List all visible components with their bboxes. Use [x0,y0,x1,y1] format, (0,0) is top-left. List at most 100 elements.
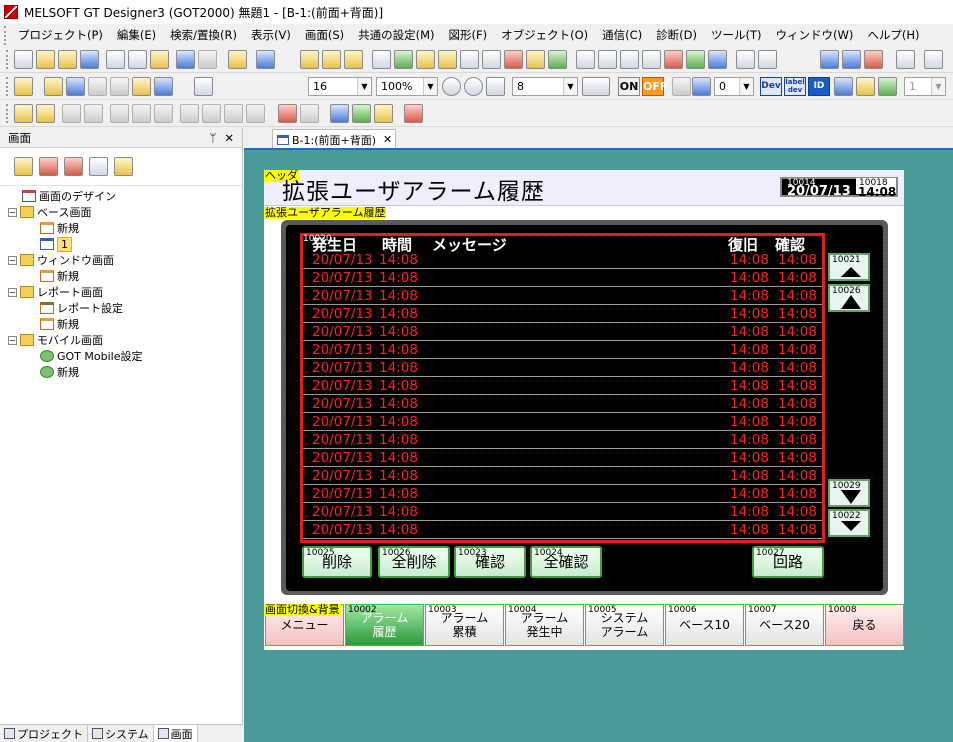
zoom-window-icon[interactable] [194,77,213,96]
alarm-row[interactable]: 20/07/13 14:08 14:08 14:08 [303,377,822,395]
format-painter-icon[interactable] [404,104,423,123]
scroll-down-button[interactable]: 10029 [828,479,870,507]
screen-image-icon[interactable] [66,77,85,96]
chevron-down-icon[interactable]: ▼ [563,78,577,95]
scroll-bottom-button[interactable]: 10022 [828,509,870,537]
import-icon[interactable] [820,50,839,69]
alarm-row[interactable]: 20/07/13 14:08 14:08 14:08 [303,521,822,539]
image-icon[interactable] [620,50,639,69]
scroll-up-button[interactable]: 10026 [828,284,870,312]
dev-button[interactable]: Dev [760,77,782,96]
book-icon[interactable] [416,50,435,69]
on-button[interactable]: ON [618,77,640,96]
alarm-row[interactable]: 20/07/13 14:08 14:08 14:08 [303,287,822,305]
open-folder-icon[interactable] [58,50,77,69]
flip-h-icon[interactable] [224,104,243,123]
menu-tools[interactable]: ツール(T) [704,27,769,43]
tree-item-mobile-screen[interactable]: − モバイル画面 [8,332,103,348]
flip-v-icon[interactable] [246,104,265,123]
alarm-row[interactable]: 20/07/13 14:08 14:08 14:08 [303,449,822,467]
paste-icon[interactable] [150,50,169,69]
grid-select[interactable]: 8 ▼ [512,77,578,96]
color-icon[interactable] [154,77,173,96]
network-icon[interactable] [924,50,943,69]
menu-search-replace[interactable]: 検索/置換(R) [163,27,244,43]
nav-button-3[interactable]: 10004 アラーム 発生中 [505,604,584,646]
layer-back-icon[interactable] [856,77,875,96]
tree-item-report-settings[interactable]: レポート設定 [40,300,123,316]
menu-object[interactable]: オブジェクト(O) [494,27,595,43]
screen-list-icon[interactable] [89,157,108,176]
collapse-icon[interactable]: − [8,335,17,345]
collapse-icon[interactable]: − [8,207,17,217]
circuit-button[interactable]: 10027 回路 [752,546,824,578]
off-button[interactable]: OFF [642,77,667,96]
tree-item-window-screen[interactable]: − ウィンドウ画面 [8,252,114,268]
redo-icon[interactable] [198,50,217,69]
copy-icon[interactable] [128,50,147,69]
chevron-down-icon[interactable]: ▼ [423,78,437,95]
tab-project[interactable]: プロジェクト [0,725,88,742]
menu-figure[interactable]: 図形(F) [442,27,495,43]
new-file-icon[interactable] [14,50,33,69]
nav-button-7[interactable]: 10008 戻る [825,604,904,646]
tree-item-mobile-new[interactable]: 新規 [40,364,79,380]
tree-item-window-new[interactable]: 新規 [40,268,79,284]
tree-item-design[interactable]: 画面のデザイン [22,188,116,204]
chevron-down-icon[interactable]: ▼ [931,78,945,95]
alarm-row[interactable]: 20/07/13 14:08 14:08 14:08 [303,413,822,431]
zoom-select[interactable]: 100% ▼ [376,77,438,96]
menu-common-settings[interactable]: 共通の設定(M) [351,27,441,43]
tree-item-report-new[interactable]: 新規 [40,316,79,332]
collapse-icon[interactable]: − [8,287,17,297]
arrow-right-icon[interactable] [692,77,711,96]
category-icon[interactable] [526,50,545,69]
screen-both-icon[interactable] [344,50,363,69]
id-button[interactable]: ID [808,77,830,96]
layer-both-icon[interactable] [878,77,897,96]
palette-icon[interactable] [686,50,705,69]
jpn-font-icon[interactable] [736,50,755,69]
edit-text-icon[interactable] [300,104,319,123]
tree-item-report-screen[interactable]: − レポート画面 [8,284,103,300]
alarm-row[interactable]: 20/07/13 14:08 14:08 14:08 [303,485,822,503]
alarm-row[interactable]: 20/07/13 14:08 14:08 14:08 [303,467,822,485]
delete-all-button[interactable]: 10026 全削除 [378,546,450,578]
nav-button-1[interactable]: 10002 アラーム 履歴 [345,604,424,646]
export-icon[interactable] [842,50,861,69]
arrow-left-icon[interactable] [672,77,691,96]
distribute-icon[interactable] [154,104,173,123]
memory-icon[interactable] [664,50,683,69]
nav-button-5[interactable]: 10006 ベース10 [665,604,744,646]
doc-tab-b1[interactable]: B-1:(前面+背面) ✕ [272,129,396,149]
scroll-top-button[interactable]: 10021 [828,253,870,281]
screen-title[interactable]: 拡張ユーザアラーム履歴 [282,172,545,206]
cut-icon[interactable] [106,50,125,69]
screen-front-icon[interactable] [300,50,319,69]
open-project-icon[interactable] [36,50,55,69]
menu-diagnostics[interactable]: 診断(D) [649,27,704,43]
data-list-icon[interactable] [460,50,479,69]
property-sheet-icon[interactable] [504,50,523,69]
layer-select[interactable]: 1 ▼ [904,77,946,96]
close-icon[interactable]: ✕ [224,131,234,145]
align-icon[interactable] [110,104,129,123]
align-center-icon[interactable] [132,104,151,123]
device-list-icon[interactable] [642,50,661,69]
communication-icon[interactable] [896,50,915,69]
menu-project[interactable]: プロジェクト(P) [11,27,110,43]
chevron-down-icon[interactable]: ▼ [357,78,371,95]
screen-back-icon[interactable] [322,50,341,69]
pin-icon[interactable]: ᛘ [209,131,216,145]
label-dev-button[interactable]: label dev [784,77,806,96]
alarm-row[interactable]: 20/07/13 14:08 14:08 14:08 [303,305,822,323]
check-icon[interactable] [394,50,413,69]
text-tool-icon[interactable] [278,104,297,123]
back-icon[interactable] [88,77,107,96]
nav-button-2[interactable]: 10003 アラーム 累積 [425,604,504,646]
tab-screen[interactable]: 画面 [153,725,198,742]
select-area-icon[interactable] [352,104,371,123]
tree-item-base-screen[interactable]: − ベース画面 [8,204,91,220]
rotate-left-icon[interactable] [180,104,199,123]
screen-properties-icon[interactable] [64,157,83,176]
